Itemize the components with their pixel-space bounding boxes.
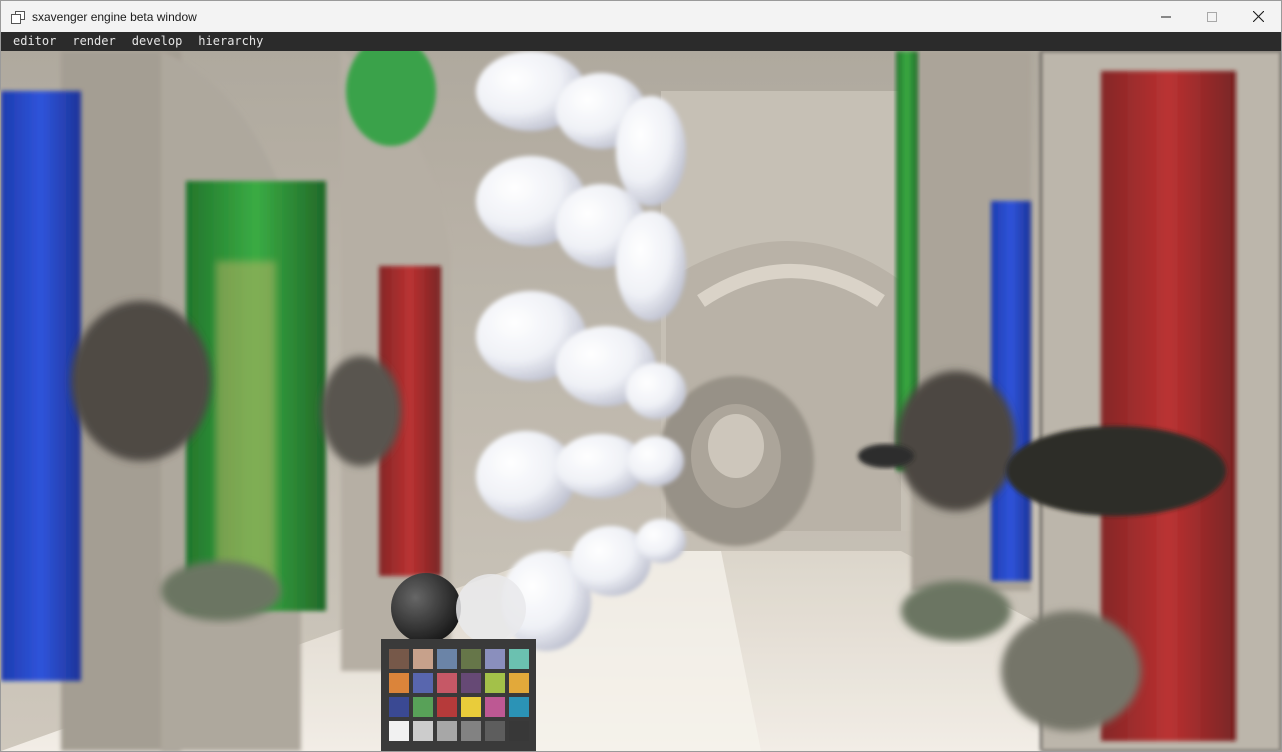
- menu-render[interactable]: render: [64, 32, 123, 51]
- menu-editor[interactable]: editor: [1, 32, 64, 51]
- menu-hierarchy[interactable]: hierarchy: [190, 32, 271, 51]
- window-controls: [1143, 1, 1281, 32]
- render-viewport[interactable]: [1, 51, 1281, 751]
- menu-bar: editor render develop hierarchy: [1, 32, 1281, 51]
- scene-render: [1, 51, 1281, 751]
- window-title: sxavenger engine beta window: [32, 9, 197, 24]
- title-bar[interactable]: sxavenger engine beta window: [1, 1, 1281, 32]
- app-window-icon: [11, 10, 25, 24]
- minimize-icon: [1161, 16, 1171, 17]
- app-window: sxavenger engine beta window editor rend…: [0, 0, 1282, 752]
- maximize-button[interactable]: [1189, 1, 1235, 32]
- menu-develop[interactable]: develop: [124, 32, 191, 51]
- maximize-icon: [1207, 11, 1217, 22]
- close-button[interactable]: [1235, 1, 1281, 32]
- minimize-button[interactable]: [1143, 1, 1189, 32]
- close-icon: [1252, 11, 1264, 22]
